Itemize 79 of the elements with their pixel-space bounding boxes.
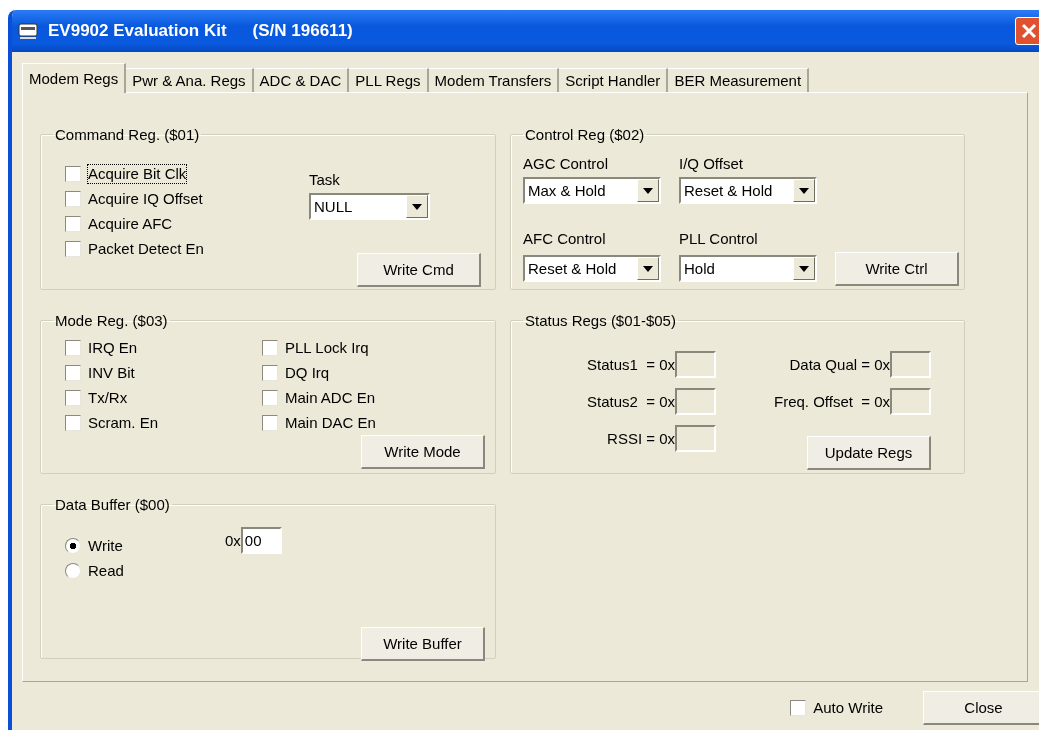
group-title: Command Reg. ($01) bbox=[54, 126, 201, 143]
group-title: Data Buffer ($00) bbox=[54, 496, 171, 513]
input-field[interactable] bbox=[675, 388, 716, 415]
tab[interactable]: PLL Regs bbox=[349, 68, 429, 92]
field-label: PLL Control bbox=[679, 228, 759, 249]
checkbox[interactable] bbox=[65, 190, 81, 207]
write-ctrl-button[interactable]: Write Ctrl bbox=[835, 252, 959, 286]
field-label: Data Qual = 0x bbox=[788, 356, 890, 373]
field-label: RSSI = 0x bbox=[606, 430, 675, 447]
checkbox-label: Acquire Bit Clk bbox=[88, 164, 187, 183]
checkbox-label: Acquire IQ Offset bbox=[88, 189, 203, 208]
checkbox-label: Scram. En bbox=[88, 413, 159, 432]
input-field[interactable] bbox=[890, 388, 931, 415]
caret-icon bbox=[643, 265, 653, 272]
field-label: AGC Control bbox=[523, 153, 610, 174]
caret-icon bbox=[412, 203, 422, 210]
field-label: Task bbox=[309, 169, 340, 190]
tab[interactable]: BER Measurement bbox=[668, 68, 810, 92]
checkbox[interactable] bbox=[262, 389, 278, 406]
checkbox[interactable] bbox=[262, 414, 278, 431]
checkbox[interactable] bbox=[65, 339, 81, 356]
radio-label: Read bbox=[88, 561, 124, 580]
tab[interactable]: ADC & DAC bbox=[253, 68, 350, 92]
checkbox[interactable] bbox=[65, 165, 81, 182]
dropdown[interactable]: Max & Hold bbox=[523, 177, 661, 204]
checkbox-label: Auto Write bbox=[813, 699, 883, 717]
tab[interactable]: Modem Transfers bbox=[428, 68, 560, 92]
input-field[interactable] bbox=[675, 425, 716, 452]
dropdown[interactable]: Reset & Hold bbox=[679, 177, 817, 204]
field-label: Status1 = 0x bbox=[586, 356, 675, 373]
checkbox-label: IRQ En bbox=[88, 338, 138, 357]
dropdown[interactable]: NULL bbox=[309, 193, 430, 220]
group-title: Status Regs ($01-$05) bbox=[524, 312, 677, 329]
serial-number: (S/N 196611) bbox=[252, 21, 353, 41]
app-icon bbox=[18, 22, 38, 40]
checkbox-label: Acquire AFC bbox=[88, 214, 173, 233]
write-mode-button[interactable]: Write Mode bbox=[361, 435, 485, 469]
caret-icon bbox=[799, 265, 809, 272]
checkbox[interactable] bbox=[262, 339, 278, 356]
field-label: AFC Control bbox=[523, 228, 607, 249]
caret-icon bbox=[799, 187, 809, 194]
write-cmd-button[interactable]: Write Cmd bbox=[357, 253, 481, 287]
checkbox[interactable] bbox=[262, 364, 278, 381]
checkbox[interactable] bbox=[65, 364, 81, 381]
radio-button[interactable] bbox=[65, 537, 81, 554]
close-button[interactable]: Close bbox=[923, 691, 1039, 725]
update-regs-button[interactable]: Update Regs bbox=[807, 436, 931, 470]
checkbox[interactable] bbox=[65, 215, 81, 232]
write-buffer-button[interactable]: Write Buffer bbox=[361, 627, 485, 661]
checkbox[interactable] bbox=[65, 414, 81, 431]
checkbox-label: Packet Detect En bbox=[88, 239, 204, 258]
input-field[interactable] bbox=[890, 351, 931, 378]
tab[interactable]: Modem Regs bbox=[22, 63, 127, 93]
dropdown[interactable]: Hold bbox=[679, 255, 817, 282]
checkbox-label: DQ Irq bbox=[285, 363, 330, 382]
tab[interactable]: Pwr & Ana. Regs bbox=[126, 68, 254, 92]
dropdown[interactable]: Reset & Hold bbox=[523, 255, 661, 282]
window-title: EV9902 Evaluation Kit bbox=[48, 21, 227, 41]
group-title: Control Reg ($02) bbox=[524, 126, 646, 143]
checkbox-label: Main DAC En bbox=[285, 413, 376, 432]
radio-label: Write bbox=[88, 536, 123, 555]
checkbox[interactable] bbox=[65, 240, 81, 257]
checkbox[interactable] bbox=[65, 389, 81, 406]
checkbox-label: PLL Lock Irq bbox=[285, 338, 369, 357]
input-field[interactable]: 00 bbox=[240, 527, 282, 554]
tab[interactable]: Script Handler bbox=[559, 68, 669, 92]
field-label: I/Q Offset bbox=[679, 153, 744, 174]
checkbox-label: INV Bit bbox=[88, 363, 135, 382]
hex-prefix: 0x bbox=[225, 532, 241, 549]
field-label: Freq. Offset = 0x bbox=[772, 393, 890, 410]
input-field[interactable] bbox=[675, 351, 716, 378]
caret-icon bbox=[643, 187, 653, 194]
close-icon[interactable] bbox=[1015, 17, 1039, 45]
checkbox-label: Main ADC En bbox=[285, 388, 376, 407]
radio-button[interactable] bbox=[65, 562, 81, 579]
checkbox[interactable] bbox=[790, 700, 807, 716]
field-label: Status2 = 0x bbox=[586, 393, 675, 410]
group-title: Mode Reg. ($03) bbox=[54, 312, 169, 329]
checkbox-label: Tx/Rx bbox=[88, 388, 128, 407]
